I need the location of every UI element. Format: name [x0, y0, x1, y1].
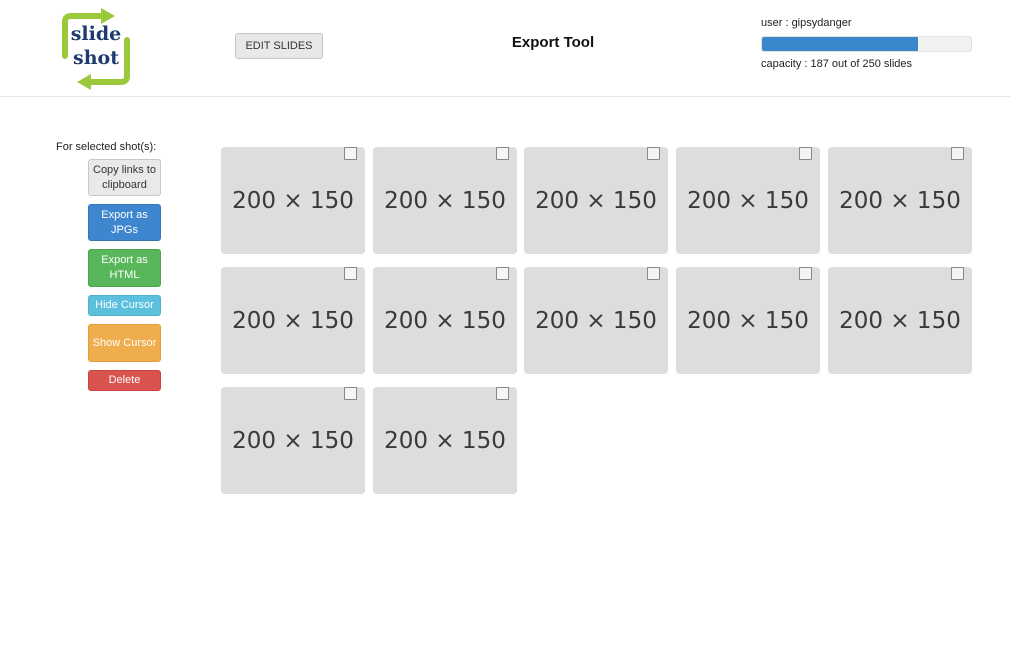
thumbnail-placeholder-label: 200 × 150	[384, 427, 506, 454]
thumbnail-checkbox[interactable]	[344, 147, 357, 160]
delete-button[interactable]: Delete	[88, 370, 161, 391]
slide-thumbnail[interactable]: 200 × 150	[676, 147, 820, 254]
slide-thumbnail[interactable]: 200 × 150	[221, 267, 365, 374]
slide-thumbnail[interactable]: 200 × 150	[676, 267, 820, 374]
thumbnail-checkbox[interactable]	[496, 387, 509, 400]
slide-thumbnail[interactable]: 200 × 150	[828, 147, 972, 254]
thumbnail-placeholder-label: 200 × 150	[839, 187, 961, 214]
thumbnail-placeholder-label: 200 × 150	[687, 307, 809, 334]
thumbnail-checkbox[interactable]	[344, 387, 357, 400]
export-jpgs-button[interactable]: Export as JPGs	[88, 204, 161, 241]
thumbnail-checkbox[interactable]	[647, 267, 660, 280]
logo-line-2: shot	[73, 47, 119, 69]
export-html-button[interactable]: Export as HTML	[88, 249, 161, 287]
page-title: Export Tool	[511, 34, 595, 51]
capacity-progress-bar	[761, 36, 972, 52]
thumbnail-placeholder-label: 200 × 150	[535, 307, 657, 334]
slide-thumbnail[interactable]: 200 × 150	[373, 267, 517, 374]
slide-thumbnail[interactable]: 200 × 150	[524, 147, 668, 254]
show-cursor-button[interactable]: Show Cursor	[88, 324, 161, 362]
user-label: user : gipsydanger	[761, 17, 852, 29]
thumbnail-checkbox[interactable]	[647, 147, 660, 160]
hide-cursor-button[interactable]: Hide Cursor	[88, 295, 161, 316]
thumbnail-placeholder-label: 200 × 150	[535, 187, 657, 214]
copy-links-button[interactable]: Copy links to clipboard	[88, 159, 161, 196]
thumbnail-checkbox[interactable]	[951, 267, 964, 280]
logo-line-1: slide	[70, 23, 122, 45]
slide-thumbnail[interactable]: 200 × 150	[373, 387, 517, 494]
capacity-progress-fill	[762, 37, 919, 51]
thumbnail-placeholder-label: 200 × 150	[232, 427, 354, 454]
logo-text: slide shot	[55, 22, 137, 70]
thumbnail-placeholder-label: 200 × 150	[384, 187, 506, 214]
capacity-label: capacity : 187 out of 250 slides	[761, 58, 913, 70]
thumbnail-placeholder-label: 200 × 150	[232, 307, 354, 334]
thumbnail-placeholder-label: 200 × 150	[232, 187, 354, 214]
slide-thumbnail[interactable]: 200 × 150	[828, 267, 972, 374]
slide-thumbnail[interactable]: 200 × 150	[524, 267, 668, 374]
edit-slides-button[interactable]: EDIT SLIDES	[235, 33, 323, 59]
thumbnail-checkbox[interactable]	[799, 267, 812, 280]
slide-thumbnail[interactable]: 200 × 150	[373, 147, 517, 254]
slide-thumbnail[interactable]: 200 × 150	[221, 147, 365, 254]
thumbnail-placeholder-label: 200 × 150	[687, 187, 809, 214]
thumbnail-placeholder-label: 200 × 150	[839, 307, 961, 334]
slideshot-logo[interactable]: slide shot	[55, 8, 137, 90]
slide-thumbnail[interactable]: 200 × 150	[221, 387, 365, 494]
thumbnail-checkbox[interactable]	[799, 147, 812, 160]
thumbnail-checkbox[interactable]	[344, 267, 357, 280]
sidebar-heading: For selected shot(s):	[56, 141, 157, 153]
header: slide shot EDIT SLIDES Export Tool user …	[0, 0, 1010, 97]
thumbnail-checkbox[interactable]	[496, 147, 509, 160]
thumbnail-placeholder-label: 200 × 150	[384, 307, 506, 334]
thumbnail-checkbox[interactable]	[951, 147, 964, 160]
thumbnail-checkbox[interactable]	[496, 267, 509, 280]
